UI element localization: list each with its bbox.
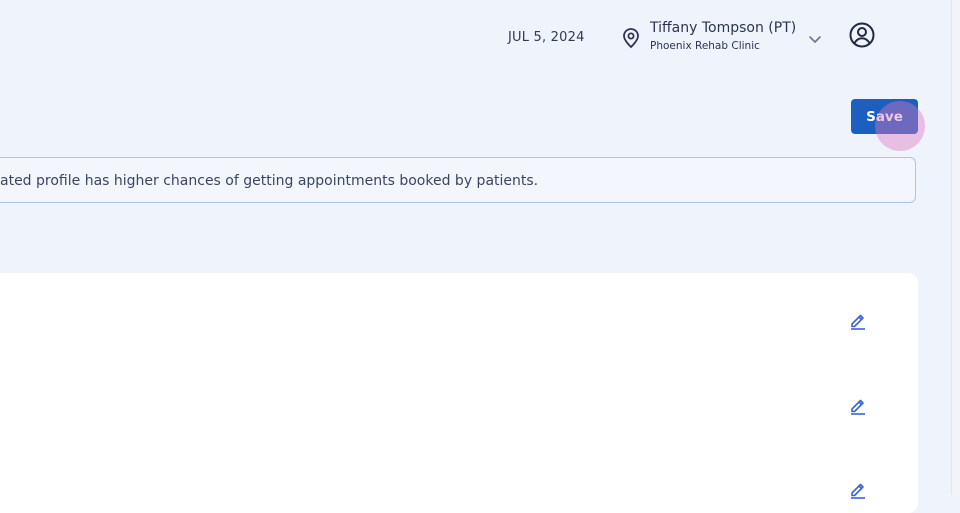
user-name: Tiffany Tompson (PT) — [650, 20, 797, 36]
save-button[interactable]: Save — [851, 99, 918, 134]
pencil-icon[interactable] — [848, 479, 868, 499]
profile-card — [0, 273, 918, 513]
map-pin-icon — [623, 28, 639, 49]
pencil-icon[interactable] — [848, 310, 868, 330]
user-circle-icon[interactable] — [849, 22, 875, 48]
pencil-icon[interactable] — [848, 395, 868, 415]
chevron-down-icon[interactable] — [806, 32, 824, 46]
vertical-scrollbar[interactable] — [951, 0, 960, 495]
current-date: JUL 5, 2024 — [508, 30, 585, 45]
clinic-name: Phoenix Rehab Clinic — [650, 40, 760, 52]
info-banner-text: ated profile has higher chances of getti… — [0, 173, 539, 189]
